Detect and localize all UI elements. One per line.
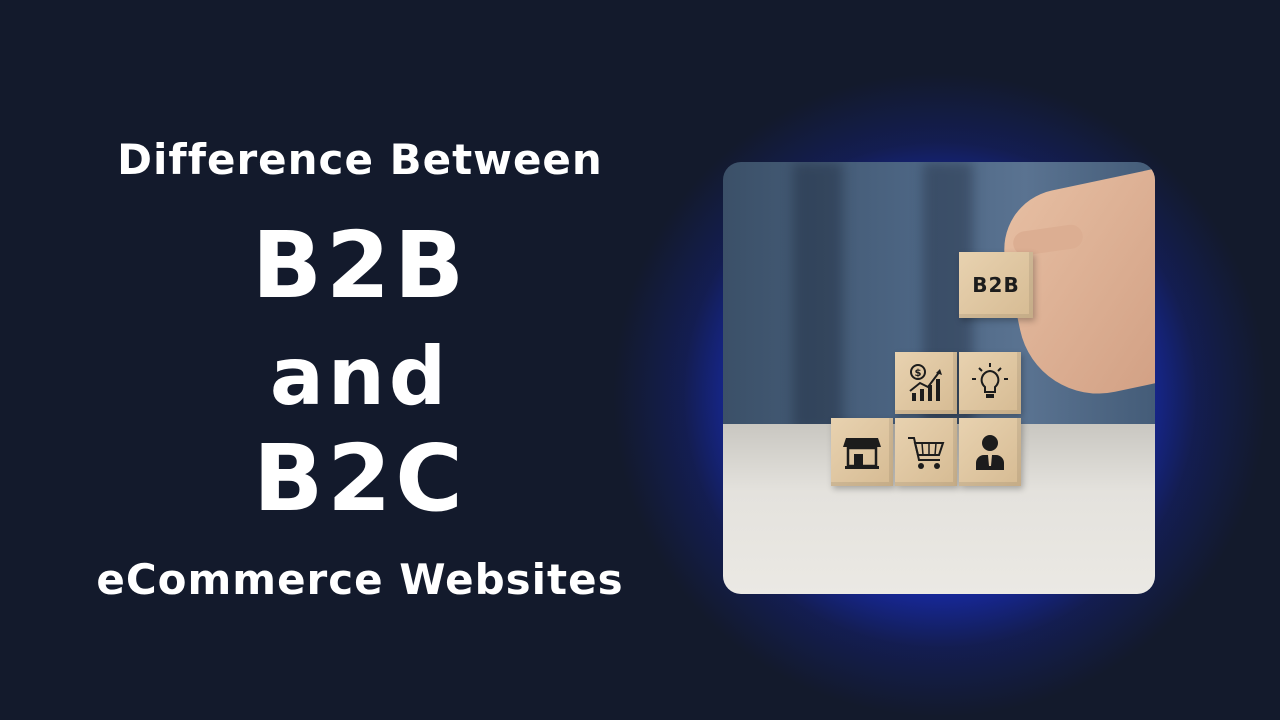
lightbulb-icon	[972, 363, 1008, 398]
b2b-cubes-photo: B2B $	[723, 162, 1155, 594]
shop-cube	[831, 418, 893, 486]
headline-b2b: B2B	[251, 212, 469, 319]
svg-text:$: $	[915, 368, 922, 379]
shop-icon	[843, 438, 881, 469]
b2b-cube: B2B	[959, 252, 1033, 318]
headline-b2c: B2C	[253, 425, 467, 532]
dollar-growth-chart-icon: $	[909, 364, 942, 401]
businessman-icon	[976, 435, 1004, 470]
person-cube	[959, 418, 1021, 486]
headline-line-1: Difference Between	[117, 135, 603, 184]
growth-cube: $	[895, 352, 957, 414]
headline-and: and	[269, 330, 451, 423]
background-shirt-fold	[793, 162, 843, 432]
shopping-cart-icon	[908, 437, 945, 469]
idea-cube	[959, 352, 1021, 414]
headline-line-5: eCommerce Websites	[96, 555, 624, 604]
b2b-cube-label: B2B	[972, 273, 1020, 297]
cart-cube	[895, 418, 957, 486]
